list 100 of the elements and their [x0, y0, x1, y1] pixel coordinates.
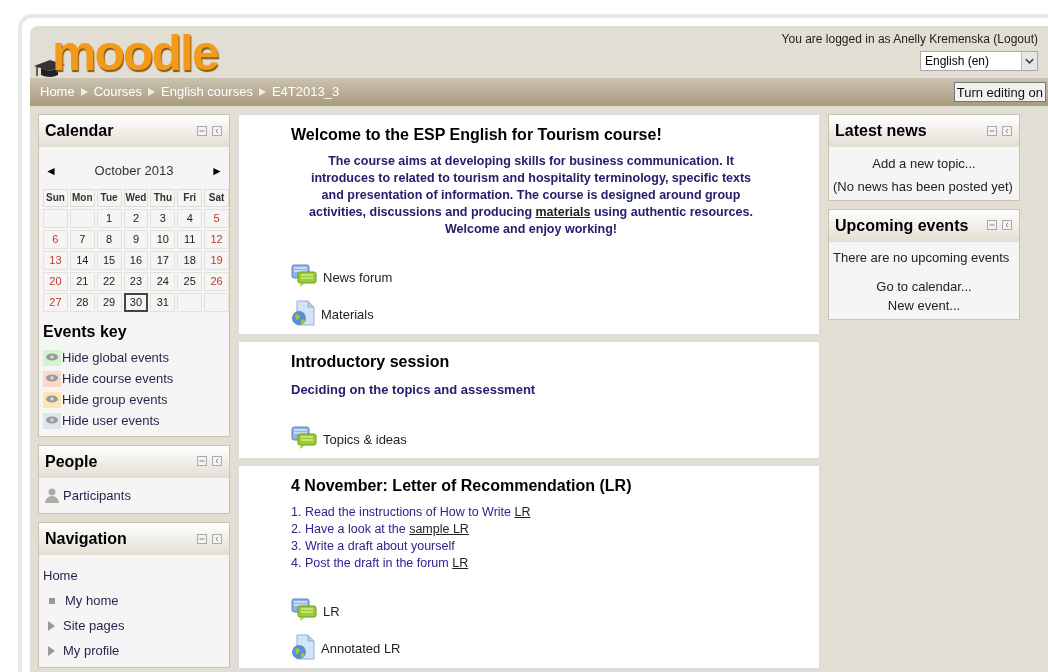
calendar-day[interactable]: 13	[43, 250, 68, 270]
navigation-link[interactable]: Home	[43, 565, 78, 586]
empty-calendar-cell	[177, 292, 203, 312]
instruction-step: 4. Post the draft in the forum LR	[291, 554, 799, 572]
calendar-day[interactable]: 15	[96, 250, 122, 270]
weekday-header: Thu	[150, 188, 176, 207]
calendar-day[interactable]: 3	[150, 208, 176, 228]
calendar-day[interactable]: 19	[204, 250, 229, 270]
calendar-day[interactable]: 26	[204, 271, 229, 291]
calendar-day[interactable]: 18	[177, 250, 203, 270]
calendar-day[interactable]: 8	[96, 229, 122, 249]
section-title: Introductory session	[291, 352, 451, 372]
instruction-step: 1. Read the instructions of How to Write LR	[291, 503, 799, 521]
activity-link[interactable]: Topics & ideas	[323, 429, 407, 450]
activity-link[interactable]: LR	[323, 601, 340, 622]
calendar-link[interactable]: New event...	[887, 296, 961, 315]
section-title: Welcome to the ESP English for Tourism course!	[291, 125, 663, 145]
text-link[interactable]: LR	[452, 555, 469, 570]
calendar-day[interactable]: 12	[204, 229, 229, 249]
activity-link[interactable]: Annotated LR	[321, 638, 401, 659]
forum-icon	[291, 425, 317, 450]
block-title: Latest news	[835, 121, 927, 141]
navigation-link[interactable]: Site pages	[63, 615, 125, 636]
people-icon	[43, 487, 59, 504]
calendar-day[interactable]: 29	[96, 292, 122, 312]
weekday-header: Sat	[204, 188, 229, 207]
turn-editing-on-button[interactable]: Turn editing on	[953, 82, 1046, 102]
minimize-icon[interactable]	[197, 456, 208, 467]
dock-icon[interactable]	[212, 456, 223, 467]
dock-icon[interactable]	[1002, 125, 1013, 137]
block-title: Calendar	[45, 121, 114, 141]
text-link[interactable]: sample LR	[409, 521, 469, 536]
course-description: The course aims at developing skills for business communication. It introduces to related to tourism and hospitality terminology, specific texts and presentation of information. The course is designed around group activities, discussions and producing materials using authentic resources. Welcome and enjoy working!	[308, 153, 754, 238]
instruction-step: 3. Write a draft about yourself	[291, 537, 799, 555]
logout-link[interactable]: (Logout)	[993, 32, 1038, 46]
weekday-header: Sun	[43, 188, 68, 207]
calendar-day[interactable]: 21	[69, 271, 95, 291]
dock-icon[interactable]	[1002, 220, 1013, 231]
activity-link[interactable]: Materials	[321, 305, 374, 325]
navigation-link[interactable]: My profile	[63, 640, 120, 661]
minimize-icon[interactable]	[987, 125, 998, 137]
block-title: People	[45, 451, 98, 472]
calendar-day[interactable]: 16	[123, 250, 149, 270]
web-page-icon	[291, 300, 315, 326]
calendar-day[interactable]: 4	[177, 208, 203, 228]
calendar-link[interactable]: Go to calendar...	[876, 277, 972, 296]
calendar-day[interactable]: 1	[96, 208, 122, 228]
user-link[interactable]: Anelly Kremenska	[893, 32, 990, 46]
calendar-day[interactable]: 6	[43, 229, 68, 249]
previous-month-button[interactable]: ◄	[45, 161, 57, 180]
calendar-day[interactable]: 5	[204, 208, 229, 228]
participants-link[interactable]: Participants	[63, 485, 131, 505]
empty-calendar-cell	[204, 292, 229, 312]
section-summary: Deciding on the topics and assessment	[291, 381, 537, 399]
minimize-icon[interactable]	[197, 533, 208, 545]
calendar-day[interactable]: 23	[123, 271, 149, 291]
calendar-day[interactable]: 30	[123, 292, 149, 312]
weekday-header: Fri	[177, 188, 203, 207]
events-key-heading: Events key	[43, 321, 128, 342]
calendar-day[interactable]: 9	[123, 229, 149, 249]
event-filter-link[interactable]: Hide user events	[62, 411, 160, 431]
dock-icon[interactable]	[212, 533, 223, 545]
instruction-step: 2. Have a look at the sample LR	[291, 520, 799, 538]
forum-icon	[291, 264, 317, 288]
web-page-icon	[291, 633, 315, 660]
calendar-day[interactable]: 24	[150, 271, 176, 291]
calendar-day[interactable]: 28	[69, 292, 95, 312]
calendar-day[interactable]: 14	[69, 250, 95, 270]
expand-arrow-icon	[48, 620, 55, 631]
block-title: Navigation	[45, 529, 127, 549]
add-topic-link[interactable]: Add a new topic...	[833, 151, 1015, 177]
calendar-day[interactable]: 2	[123, 208, 149, 228]
calendar-day[interactable]: 10	[150, 229, 176, 249]
navigation-link[interactable]: My home	[65, 590, 119, 611]
empty-calendar-cell	[69, 208, 95, 228]
expand-arrow-icon	[48, 645, 55, 656]
event-filter-link[interactable]: Hide group events	[62, 390, 168, 410]
text-link[interactable]: LR	[514, 504, 531, 519]
activity-link[interactable]: News forum	[323, 268, 393, 288]
event-filter-link[interactable]: Hide global events	[62, 348, 169, 368]
dock-icon[interactable]	[212, 125, 223, 137]
calendar-day[interactable]: 7	[69, 229, 95, 249]
event-filter-link[interactable]: Hide course events	[62, 369, 174, 389]
language-select[interactable]: English (en)	[920, 51, 1038, 71]
forum-icon	[291, 597, 317, 622]
weekday-header: Tue	[96, 188, 122, 207]
calendar-day[interactable]: 25	[177, 271, 203, 291]
calendar-day[interactable]: 27	[43, 292, 68, 312]
text-link[interactable]: materials	[535, 205, 591, 219]
minimize-icon[interactable]	[197, 125, 208, 137]
calendar-day[interactable]: 31	[150, 292, 176, 312]
calendar-day[interactable]: 20	[43, 271, 68, 291]
breadcrumb-separator-icon	[257, 87, 267, 97]
section-title: 4 November: Letter of Recommendation (LR)	[291, 475, 633, 496]
calendar-day[interactable]: 11	[177, 229, 203, 249]
calendar-day[interactable]: 17	[150, 250, 176, 270]
calendar-day[interactable]: 22	[96, 271, 122, 291]
breadcrumb-separator-icon	[147, 87, 157, 97]
next-month-button[interactable]: ►	[211, 161, 223, 180]
minimize-icon[interactable]	[987, 220, 998, 231]
